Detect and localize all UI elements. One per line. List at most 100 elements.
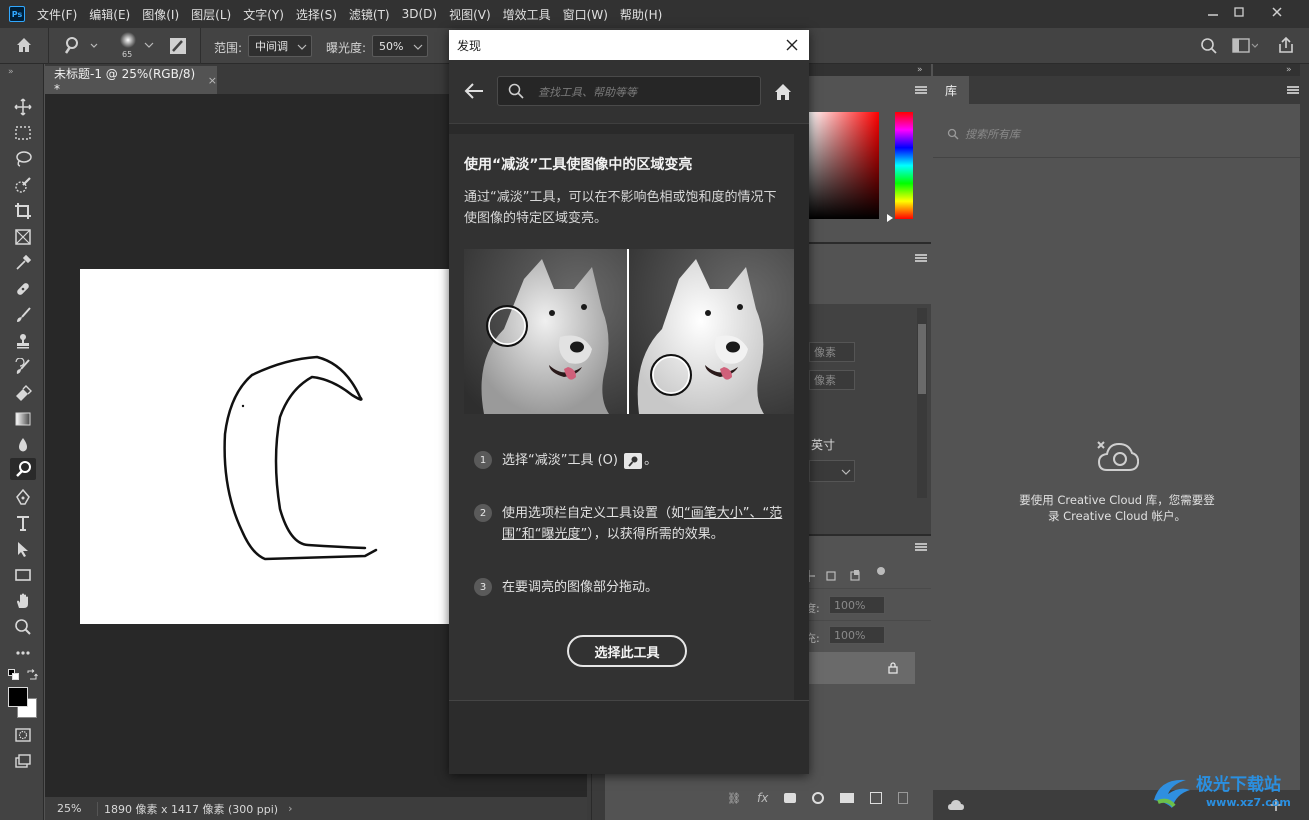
delete-layer-icon[interactable]	[898, 792, 909, 804]
menu-edit[interactable]: 编辑(E)	[89, 6, 130, 23]
panel-menu-icon[interactable]	[915, 86, 927, 94]
exposure-label: 曝光度:	[326, 41, 367, 55]
right-edge-strip	[1300, 64, 1309, 820]
default-colors-icon[interactable]	[8, 669, 20, 681]
marquee-tool-icon[interactable]	[10, 122, 36, 144]
panel-menu-icon-3[interactable]	[915, 543, 927, 551]
collapse-library-icon[interactable]: »	[1286, 65, 1292, 75]
brush-size-picker[interactable]: 65	[112, 31, 156, 61]
hue-slider-handle[interactable]	[887, 214, 893, 222]
library-menu-icon[interactable]	[1287, 86, 1299, 94]
width-field[interactable]: 像素	[809, 342, 855, 362]
menu-view[interactable]: 视图(V)	[449, 6, 491, 23]
collapse-toolbar-icon[interactable]: »	[8, 67, 14, 77]
healing-brush-tool-icon[interactable]	[10, 278, 36, 300]
brush-settings-icon[interactable]	[168, 36, 188, 56]
hue-slider[interactable]	[895, 112, 913, 219]
lock-artboard-icon[interactable]	[825, 570, 837, 582]
discover-search-input[interactable]: 查找工具、帮助等等	[497, 76, 761, 106]
home-icon[interactable]	[14, 35, 36, 57]
share-icon[interactable]	[1276, 35, 1298, 57]
frame-tool-icon[interactable]	[10, 226, 36, 248]
quick-selection-tool-icon[interactable]	[10, 174, 36, 196]
zoom-level[interactable]: 25%	[57, 802, 97, 815]
library-tab[interactable]: 库	[933, 76, 969, 104]
pen-tool-icon[interactable]	[10, 486, 36, 508]
menu-plugins[interactable]: 增效工具	[503, 6, 551, 23]
menu-type[interactable]: 文字(Y)	[243, 6, 284, 23]
width-unit: 像素	[814, 346, 836, 359]
gradient-tool-icon[interactable]	[10, 408, 36, 430]
clone-stamp-tool-icon[interactable]	[10, 330, 36, 352]
library-search-bar[interactable]: 搜索所有库	[933, 104, 1300, 158]
step-1-text-a: 选择“减淡”工具 (O)	[502, 453, 618, 468]
range-select-value: 中间调	[255, 40, 288, 53]
eraser-tool-icon[interactable]	[10, 382, 36, 404]
dodge-tool-icon[interactable]	[10, 458, 36, 480]
select-this-tool-button[interactable]: 选择此工具	[567, 635, 687, 667]
move-tool-icon[interactable]	[10, 96, 36, 118]
cloud-sync-icon[interactable]	[947, 798, 965, 812]
type-tool-icon[interactable]	[10, 512, 36, 534]
document-canvas[interactable]	[80, 269, 450, 624]
collapse-panels-icon[interactable]: »	[917, 65, 923, 75]
status-bar: 25% 1890 像素 x 1417 像素 (300 ppi) ›	[45, 797, 587, 820]
search-icon[interactable]	[1200, 37, 1218, 55]
history-brush-tool-icon[interactable]	[10, 356, 36, 378]
zoom-tool-icon[interactable]	[10, 616, 36, 638]
dialog-close-icon[interactable]	[781, 34, 803, 56]
back-arrow-icon[interactable]	[463, 80, 487, 104]
quick-mask-icon[interactable]	[10, 724, 36, 746]
edit-toolbar-icon[interactable]	[10, 642, 36, 664]
maximize-icon[interactable]	[1222, 0, 1256, 24]
workspace-switcher-icon[interactable]	[1232, 37, 1259, 55]
add-mask-icon[interactable]	[784, 793, 797, 803]
blur-tool-icon[interactable]	[10, 434, 36, 456]
hand-tool-icon[interactable]	[10, 590, 36, 612]
path-selection-tool-icon[interactable]	[10, 538, 36, 560]
menu-layer[interactable]: 图层(L)	[191, 6, 231, 23]
menu-help[interactable]: 帮助(H)	[620, 6, 662, 23]
unit-select[interactable]	[809, 460, 855, 482]
tab-close-icon[interactable]: ×	[208, 74, 217, 87]
link-layers-icon[interactable]: ⛓	[727, 792, 741, 805]
exposure-input[interactable]: 50%	[372, 35, 428, 57]
drawing-stroke	[223, 355, 378, 561]
menu-filter[interactable]: 滤镜(T)	[349, 6, 390, 23]
new-group-icon[interactable]	[840, 793, 855, 803]
swap-colors-icon[interactable]	[26, 669, 38, 681]
lasso-tool-icon[interactable]	[10, 148, 36, 170]
eyedropper-tool-icon[interactable]	[10, 252, 36, 274]
menu-select[interactable]: 选择(S)	[296, 6, 337, 23]
lock-all-icon[interactable]	[849, 570, 861, 582]
screen-mode-icon[interactable]	[10, 750, 36, 772]
menu-image[interactable]: 图像(I)	[142, 6, 179, 23]
range-select[interactable]: 中间调	[248, 35, 312, 57]
status-expand-icon[interactable]: ›	[288, 802, 292, 815]
foreground-color-swatch[interactable]	[8, 687, 28, 707]
menu-window[interactable]: 窗口(W)	[563, 6, 608, 23]
dodge-tool-preset-picker[interactable]	[62, 35, 102, 57]
fx-icon[interactable]: fx	[757, 791, 768, 805]
window-close-icon[interactable]	[1260, 0, 1294, 24]
rectangle-tool-icon[interactable]	[10, 564, 36, 586]
document-size-info: 1890 像素 x 1417 像素 (300 ppi)	[104, 802, 279, 816]
crop-tool-icon[interactable]	[10, 200, 36, 222]
discover-home-icon[interactable]	[773, 82, 793, 102]
document-tab[interactable]: 未标题-1 @ 25%(RGB/8) * ×	[45, 66, 217, 96]
adjustment-layer-icon[interactable]	[812, 792, 825, 804]
opacity-field[interactable]: 100%	[829, 596, 885, 614]
color-picker-field[interactable]	[809, 112, 879, 219]
brush-tool-icon[interactable]	[10, 304, 36, 326]
ps-logo[interactable]: Ps	[9, 6, 25, 22]
fill-field[interactable]: 100%	[829, 626, 885, 644]
menu-3d[interactable]: 3D(D)	[402, 7, 437, 21]
height-field[interactable]: 像素	[809, 370, 855, 390]
dialog-content: 使用“减淡”工具使图像中的区域变亮 通过“减淡”工具，可以在不影响色相或饱和度的…	[449, 134, 794, 700]
new-layer-icon[interactable]	[870, 792, 883, 804]
menu-file[interactable]: 文件(F)	[37, 6, 77, 23]
properties-scrollbar[interactable]	[917, 308, 927, 498]
dialog-footer	[449, 700, 809, 774]
lock-dot-icon[interactable]	[877, 567, 885, 575]
panel-menu-icon-2[interactable]	[915, 254, 927, 262]
